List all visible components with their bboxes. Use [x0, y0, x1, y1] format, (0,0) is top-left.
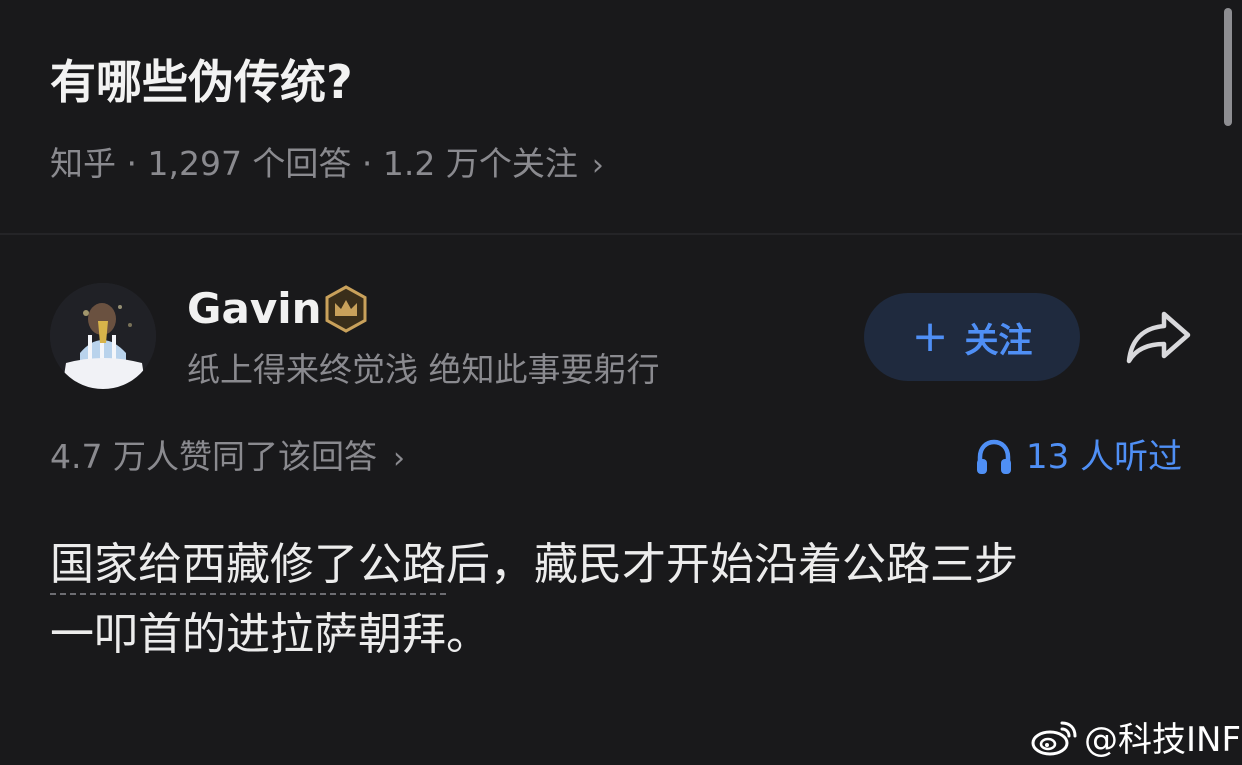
plus-icon: + — [911, 311, 949, 362]
author-name[interactable]: Gavin — [187, 282, 322, 336]
answer-content[interactable]: 国家给西藏修了公路后，藏民才开始沿着公路三步 一叩首的进拉萨朝拜。 — [50, 530, 1200, 670]
crown-badge-icon — [325, 285, 367, 333]
zhihu-answer-screen: 有哪些伪传统? 知乎 · 1,297 个回答 · 1.2 万个关注 › Gavin… — [0, 0, 1242, 765]
watermark-text: @科技INF — [1084, 720, 1242, 760]
answer-line: 一叩首的进拉萨朝拜。 — [50, 609, 490, 660]
question-title[interactable]: 有哪些伪传统? — [50, 52, 353, 112]
avatar-photo — [50, 283, 156, 389]
chevron-right-icon: › — [392, 441, 405, 476]
upvote-count[interactable]: 4.7 万人赞同了该回答 › — [50, 432, 405, 484]
headphones-icon — [977, 439, 1011, 474]
author-bio: 纸上得来终觉浅 绝知此事要躬行 — [187, 350, 660, 389]
scrollbar-thumb[interactable] — [1224, 8, 1232, 126]
question-meta-text: 知乎 · 1,297 个回答 · 1.2 万个关注 — [50, 144, 578, 183]
listener-count: 13 人听过 — [1026, 437, 1183, 477]
answer-line: 国家给西藏修了公路后，藏民才开始沿着公路三步 — [50, 530, 1200, 600]
weibo-logo-icon — [1031, 721, 1077, 755]
answer-text: 后，藏民才开始沿着公路三步 — [446, 539, 1018, 590]
follow-button[interactable]: + 关注 — [864, 293, 1080, 381]
listen-button[interactable]: 13 人听过 — [974, 432, 1182, 482]
share-icon[interactable] — [1124, 308, 1194, 366]
upvote-text: 4.7 万人赞同了该回答 — [50, 437, 377, 476]
follow-label: 关注 — [964, 320, 1033, 361]
chevron-right-icon: › — [591, 148, 604, 183]
avatar[interactable] — [50, 283, 156, 389]
section-divider — [0, 233, 1242, 235]
inline-search-link[interactable]: 国家给西藏修了公路 — [50, 539, 446, 590]
question-meta[interactable]: 知乎 · 1,297 个回答 · 1.2 万个关注 › — [50, 140, 604, 190]
watermark: @科技INF — [1030, 712, 1241, 761]
